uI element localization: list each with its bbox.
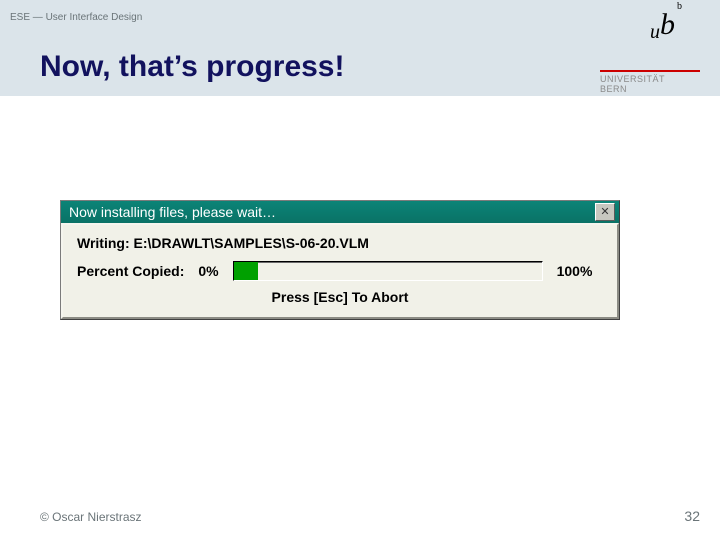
slide: ESE — User Interface Design Now, that’s … <box>0 0 720 540</box>
university-logo: ubb UNIVERSITÄT BERN <box>580 0 700 120</box>
percent-label: Percent Copied: <box>77 263 184 279</box>
percent-row: Percent Copied: 0% 100% <box>77 261 603 281</box>
university-line1: UNIVERSITÄT <box>600 74 665 84</box>
close-icon: ✕ <box>600 207 609 218</box>
university-label: UNIVERSITÄT BERN <box>600 70 700 94</box>
ub-monogram: ubb <box>650 8 680 44</box>
close-button[interactable]: ✕ <box>595 203 615 221</box>
dialog-frame: Now installing files, please wait… ✕ Wri… <box>60 200 620 320</box>
progress-bar <box>233 261 543 281</box>
university-line2: BERN <box>600 84 627 94</box>
writing-path: Writing: E:\DRAWLT\SAMPLES\S-06-20.VLM <box>77 235 603 251</box>
footer-copyright: © Oscar Nierstrasz <box>40 510 142 524</box>
dialog-title-text: Now installing files, please wait… <box>69 204 276 220</box>
installer-dialog: Now installing files, please wait… ✕ Wri… <box>60 200 620 320</box>
abort-hint: Press [Esc] To Abort <box>77 289 603 305</box>
footer-page-number: 32 <box>684 508 700 524</box>
percent-end: 100% <box>557 263 593 279</box>
breadcrumb: ESE — User Interface Design <box>10 12 142 23</box>
dialog-titlebar: Now installing files, please wait… ✕ <box>61 201 619 223</box>
progress-bar-fill <box>234 262 259 280</box>
page-title: Now, that’s progress! <box>40 50 344 84</box>
percent-start: 0% <box>198 263 218 279</box>
dialog-body: Writing: E:\DRAWLT\SAMPLES\S-06-20.VLM P… <box>61 223 619 319</box>
